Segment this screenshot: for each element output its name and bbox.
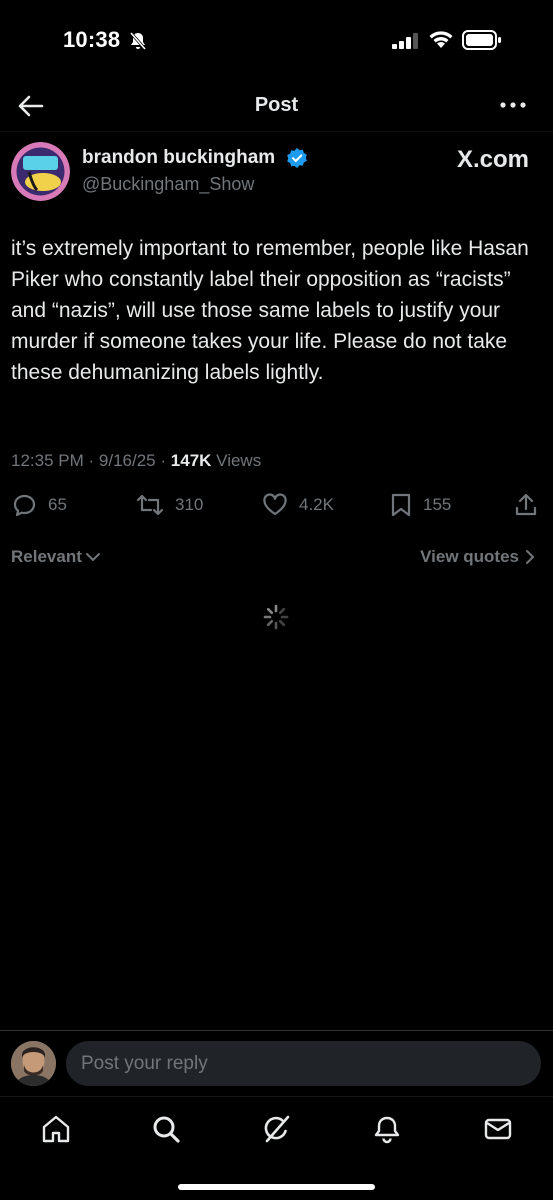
reply-button[interactable]: 65 [12,491,67,519]
nav-notifications[interactable] [371,1113,403,1145]
page-title: Post [254,94,299,116]
post-text: it’s extremely important to remember, pe… [11,237,529,384]
cellular-signal-icon [392,33,420,54]
chevron-right-icon [526,550,535,564]
like-button[interactable]: 4.2K [262,491,334,519]
nav-home[interactable] [40,1113,72,1145]
share-icon [515,493,537,516]
nav-messages[interactable] [482,1113,514,1145]
like-count: 4.2K [299,495,334,514]
views-label: Views [216,451,262,470]
ellipsis-icon [500,102,526,108]
meta-separator: · [88,451,95,470]
heart-icon [263,493,287,516]
sort-label: Relevant [11,547,82,566]
repost-count: 310 [175,495,204,514]
user-avatar[interactable] [11,1041,56,1086]
action-bar: 65 310 4.2K 155 [0,491,553,521]
status-time: 10:38 [63,27,121,52]
reply-icon [13,494,36,516]
bell-slash-icon [128,31,148,56]
author-handle[interactable]: @Buckingham_Show [82,174,254,195]
author-avatar[interactable] [11,142,70,201]
bookmark-count: 155 [423,495,452,514]
repost-icon [136,494,164,516]
bookmark-button[interactable]: 155 [390,491,451,519]
repost-button[interactable]: 310 [136,491,203,519]
loading-spinner-icon [263,604,289,635]
top-header: Post [0,80,553,132]
author-name[interactable]: brandon buckingham [82,147,275,169]
wifi-icon [428,29,454,54]
bookmark-icon [391,493,411,517]
home-indicator[interactable] [178,1184,375,1190]
notifications-icon [374,1116,400,1144]
share-button[interactable] [514,491,538,519]
search-icon [153,1116,180,1143]
reply-input[interactable] [66,1041,541,1086]
views-count: 147K [170,451,212,470]
post-date: 9/16/25 [98,451,156,470]
verified-badge-icon [287,148,307,173]
nav-search[interactable] [150,1113,182,1145]
status-bar: 10:38 [0,0,553,80]
meta-separator: · [160,451,167,470]
messages-icon [484,1118,512,1140]
reply-divider [0,1030,553,1031]
sort-relevant-button[interactable]: Relevant [11,547,101,567]
nav-grok[interactable] [261,1113,293,1145]
grok-icon [264,1115,290,1143]
source-label: X.com [456,146,529,173]
reply-count: 65 [48,495,67,514]
home-icon [42,1115,70,1143]
view-quotes-button[interactable]: View quotes [420,547,537,567]
chevron-down-icon [85,553,100,562]
post-time: 12:35 PM [11,451,84,470]
more-options-button[interactable] [499,94,527,116]
battery-icon [462,30,502,55]
view-quotes-label: View quotes [420,547,519,566]
post-meta: 12:35 PM · 9/16/25 · 147K Views [11,451,261,471]
